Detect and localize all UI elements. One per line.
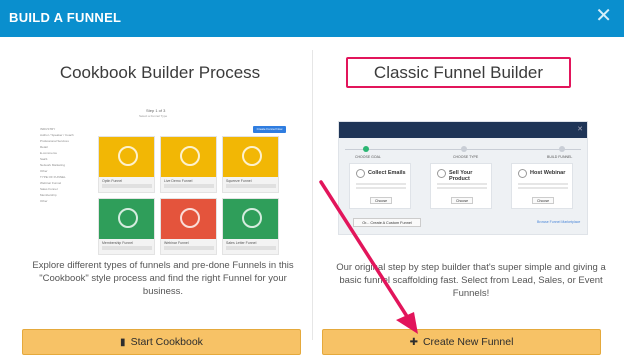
cookbook-preview-image: Step 1 of 3 Select a Funnel Type Create … — [36, 105, 290, 265]
book-icon: ▮ — [120, 337, 126, 348]
progress-dot — [559, 146, 565, 152]
classic-description: Our original step by step builder that's… — [336, 262, 606, 299]
classic-preview-image: ✕ CHOOSE GOAL CHOOSE TYPE BUILD FUNNEL C… — [338, 121, 588, 235]
preview-subtitle: Select a Funnel Type — [139, 114, 168, 118]
close-icon[interactable]: ✕ — [595, 6, 612, 26]
column-divider — [312, 50, 313, 340]
goal-card: Collect Emails Choose — [349, 163, 411, 209]
cookbook-description: Explore different types of funnels and p… — [32, 260, 294, 297]
webinar-icon — [518, 169, 527, 178]
cart-icon — [437, 169, 446, 178]
goal-card: Host Webinar Choose — [511, 163, 573, 209]
preview-browse-link: Browse Funnel Marketplace — [537, 220, 581, 224]
preview-card: Squeeze Funnel — [222, 136, 279, 193]
preview-sidebar: INDUSTRY Author / Speaker / Coach Profes… — [40, 127, 95, 205]
progress-label: CHOOSE GOAL — [355, 155, 381, 159]
progress-label: BUILD FUNNEL — [547, 155, 573, 159]
preview-card: Sales Letter Funnel — [222, 198, 279, 255]
preview-sidebar-item: Other — [40, 199, 48, 203]
preview-step: Step 1 of 3 — [146, 108, 166, 113]
preview-card-grid: Optin Funnel Live Demo Funnel Squeeze Fu… — [98, 136, 279, 255]
goal-card: Sell Your Product Choose — [430, 163, 492, 209]
preview-close-icon: ✕ — [577, 126, 583, 133]
preview-topbar: ✕ — [339, 122, 587, 138]
preview-custom-button: Or... Create A Custom Funnel — [353, 218, 421, 227]
plus-icon: ✚ — [409, 337, 418, 348]
create-new-funnel-label: Create New Funnel — [422, 336, 514, 348]
build-funnel-modal: BUILD A FUNNEL ✕ Cookbook Builder Proces… — [0, 0, 624, 356]
progress-dot — [363, 146, 369, 152]
preview-corner-button: Create Funnel Now — [253, 126, 286, 133]
progress-dot — [461, 146, 467, 152]
preview-card: Optin Funnel — [98, 136, 155, 193]
progress-label: CHOOSE TYPE — [453, 155, 479, 159]
start-cookbook-label: Start Cookbook — [130, 336, 203, 348]
start-cookbook-button[interactable]: ▮ Start Cookbook — [22, 329, 301, 355]
modal-title: BUILD A FUNNEL — [9, 10, 122, 25]
preview-card: Live Demo Funnel — [160, 136, 217, 193]
modal-header: BUILD A FUNNEL ✕ — [0, 0, 624, 37]
classic-title: Classic Funnel Builder — [373, 63, 544, 82]
preview-card: Membership Funnel — [98, 198, 155, 255]
create-new-funnel-button[interactable]: ✚ Create New Funnel — [322, 329, 601, 355]
email-icon — [356, 169, 365, 178]
cookbook-title: Cookbook Builder Process — [59, 63, 261, 82]
preview-card: Webinar Funnel — [160, 198, 217, 255]
